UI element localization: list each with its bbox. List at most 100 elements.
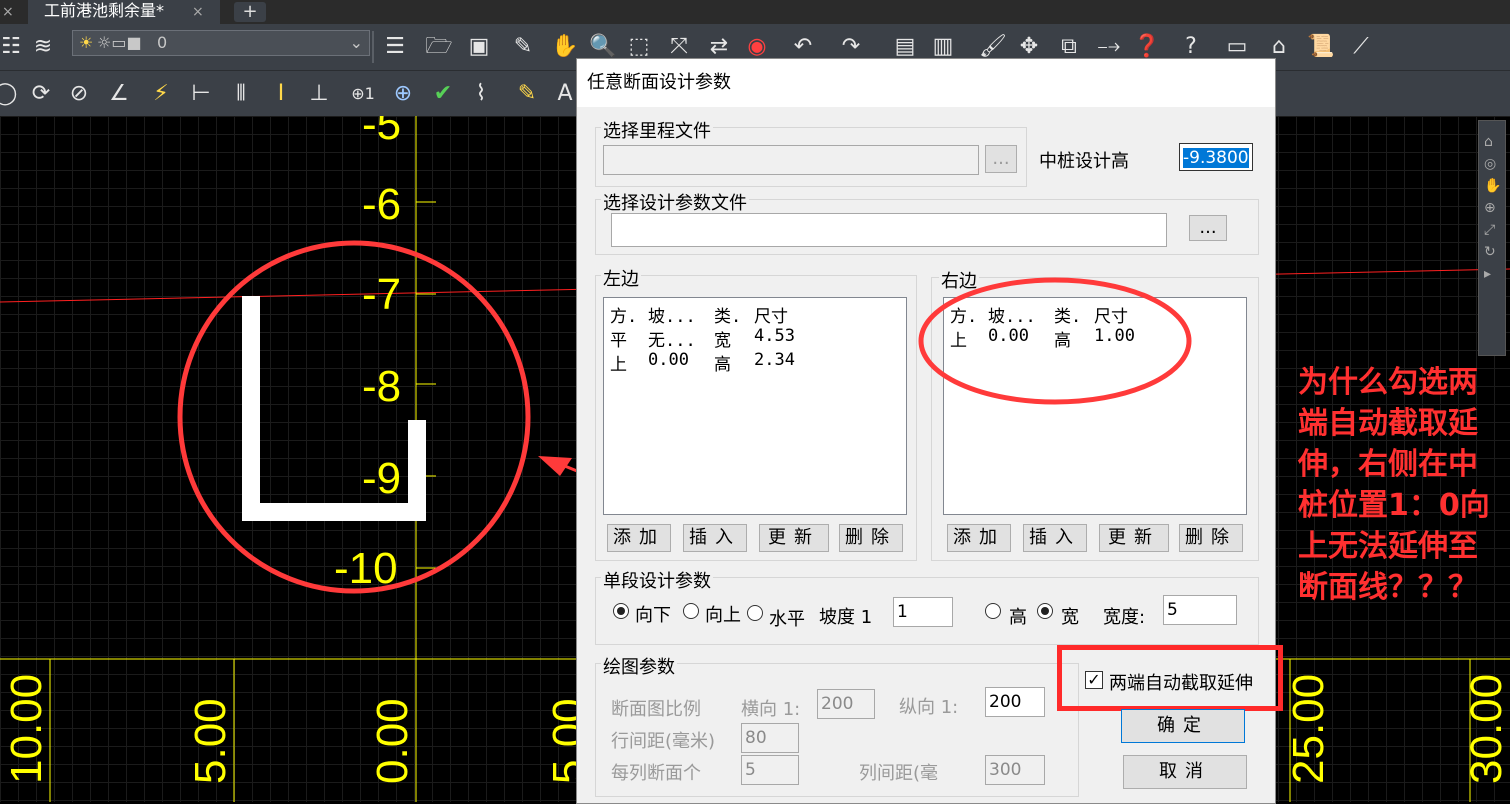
arc-icon[interactable]: ⟳: [26, 79, 56, 109]
bulb-icon: ☀: [79, 33, 94, 52]
y-label: -8: [362, 362, 402, 411]
text-icon[interactable]: Ⅰ: [266, 79, 296, 109]
plot-icon[interactable]: ⟋: [1346, 32, 1376, 62]
left-cell: 宽: [714, 331, 731, 351]
design-file-label: 选择设计参数文件: [601, 189, 749, 215]
vert-input[interactable]: 200: [985, 687, 1045, 717]
annotation-line: 端自动截取延: [1298, 406, 1478, 441]
section-design-dialog: 任意断面设计参数 选择里程文件 ... 中桩设计高 -9.3800 选择设计参数…: [576, 58, 1283, 804]
navigation-bar[interactable]: ⌂ ◎ ✋ ⊕ ⤢ ↻ ▸: [1478, 120, 1506, 356]
x-label: 10.00: [2, 673, 51, 784]
continue-dim-icon[interactable]: ⫴: [226, 79, 256, 109]
layer-properties-icon[interactable]: ☷: [0, 32, 26, 62]
radio-width[interactable]: [1037, 603, 1053, 619]
left-group-label: 左边: [601, 265, 641, 291]
save-icon[interactable]: ▣: [464, 32, 494, 62]
jog-icon[interactable]: ⌇: [466, 79, 496, 109]
mileage-file-label: 选择里程文件: [601, 117, 713, 143]
right-add-button[interactable]: 添加: [947, 524, 1011, 552]
check-icon[interactable]: ✔: [428, 79, 458, 109]
left-add-button[interactable]: 添加: [607, 524, 671, 552]
lightning-icon[interactable]: ⚡: [146, 79, 176, 109]
annotation-ellipse-right: [918, 277, 1192, 405]
active-document-tab[interactable]: 工前港池剩余量* ×: [28, 0, 220, 24]
radio-up[interactable]: [683, 603, 699, 619]
tolerance-icon[interactable]: ⊕1: [348, 79, 378, 109]
mileage-browse-button[interactable]: ...: [985, 145, 1017, 173]
ok-button[interactable]: 确定: [1121, 709, 1245, 743]
left-delete-button[interactable]: 删除: [839, 524, 903, 552]
radio-down[interactable]: [613, 603, 629, 619]
layer-state-icons: ☼▭■: [97, 33, 142, 52]
no-entry-icon[interactable]: ⊘: [64, 79, 94, 109]
tab-close-icon[interactable]: ×: [192, 0, 204, 24]
baseline-icon[interactable]: ⊥: [304, 79, 334, 109]
right-delete-button[interactable]: 删除: [1179, 524, 1243, 552]
center-height-label: 中桩设计高: [1039, 151, 1129, 172]
linear-dim-icon[interactable]: ⊢: [186, 79, 216, 109]
dialog-titlebar[interactable]: 任意断面设计参数: [577, 59, 1275, 107]
left-col-type: 类.: [714, 307, 742, 327]
script-icon[interactable]: 📜: [1306, 32, 1336, 62]
radio-flat[interactable]: [747, 605, 763, 621]
width-size-label: 宽度:: [1103, 607, 1146, 628]
left-cell: 高: [714, 355, 731, 375]
layer-value: 0: [157, 33, 168, 52]
design-file-input[interactable]: [611, 213, 1167, 247]
radio-flat-label: 水平: [769, 609, 805, 630]
row-gap-label: 行间距(毫米): [611, 731, 716, 752]
right-insert-button[interactable]: 插入: [1023, 524, 1087, 552]
col-gap-label: 列间距(毫: [859, 763, 939, 784]
row-gap-input[interactable]: 80: [741, 723, 799, 753]
slope-label: 坡度 1: [819, 607, 873, 628]
radio-up-label: 向上: [705, 605, 741, 626]
right-update-button[interactable]: 更新: [1099, 524, 1169, 552]
y-label: -6: [362, 180, 402, 229]
toolbar-separator: [372, 31, 374, 63]
pencil-icon[interactable]: ✎: [508, 32, 538, 62]
annotation-line: 断面线？？？: [1298, 570, 1478, 605]
new-tab-button[interactable]: +: [234, 2, 266, 22]
annotation-box-checkbox: [1057, 645, 1283, 711]
y-label: -7: [362, 270, 402, 319]
center-height-value: -9.3800: [1183, 148, 1249, 168]
center-height-input[interactable]: -9.3800: [1179, 143, 1253, 171]
mileage-file-input[interactable]: [603, 145, 979, 175]
left-insert-button[interactable]: 插入: [683, 524, 747, 552]
circle-icon[interactable]: ◯: [0, 79, 20, 109]
annotation-ellipse-svg: [918, 277, 1192, 405]
open-folder-icon[interactable]: 🗁: [424, 32, 454, 62]
left-update-button[interactable]: 更新: [759, 524, 829, 552]
lineweight-icon[interactable]: ☰: [380, 32, 410, 62]
left-col-size: 尺寸: [754, 307, 788, 327]
center-mark-icon[interactable]: ⊕: [388, 79, 418, 109]
question-annotation: 为什么勾选两 端自动截取延 伸，右侧在中 桩位置1：0向 上无法延伸至 断面线？…: [1298, 362, 1490, 608]
layer-states-icon[interactable]: ≋: [28, 32, 58, 62]
nav-icons: ⌂ ◎ ✋ ⊕ ⤢ ↻ ▸: [1484, 134, 1502, 282]
design-file-browse-button[interactable]: ...: [1189, 215, 1227, 241]
layer-combo[interactable]: ☀ ☼▭■ 0 ⌄: [72, 30, 370, 56]
left-listbox[interactable]: 方. 坡... 类. 尺寸 平 无... 宽 4.53 上 0.00 高 2.3…: [603, 297, 907, 515]
left-cell: 无...: [648, 331, 696, 351]
radio-height[interactable]: [985, 603, 1001, 619]
tab-title: 工前港池剩余量*: [44, 1, 165, 20]
width-size-input[interactable]: 5: [1163, 595, 1237, 625]
left-cell: 0.00: [648, 350, 689, 370]
radio-height-label: 高: [1009, 607, 1027, 628]
slope-input[interactable]: 1: [893, 597, 953, 627]
per-col-input[interactable]: 5: [741, 755, 799, 785]
scale-label: 断面图比例: [611, 699, 701, 720]
cancel-button[interactable]: 取消: [1123, 755, 1247, 789]
dim-edit-icon[interactable]: ✎: [512, 79, 542, 109]
per-col-label: 每列断面个: [611, 763, 701, 784]
radio-width-label: 宽: [1061, 607, 1079, 628]
angle-icon[interactable]: ∠: [104, 79, 134, 109]
left-col-slope: 坡...: [648, 307, 696, 327]
radio-down-label: 向下: [635, 605, 671, 626]
dialog-title: 任意断面设计参数: [587, 72, 731, 93]
drawing-group-label: 绘图参数: [601, 653, 677, 679]
horiz-input[interactable]: 200: [817, 689, 875, 719]
left-col-dir: 方.: [610, 307, 638, 327]
col-gap-input[interactable]: 300: [985, 755, 1045, 785]
prev-tab-close-icon[interactable]: ×: [2, 0, 14, 24]
